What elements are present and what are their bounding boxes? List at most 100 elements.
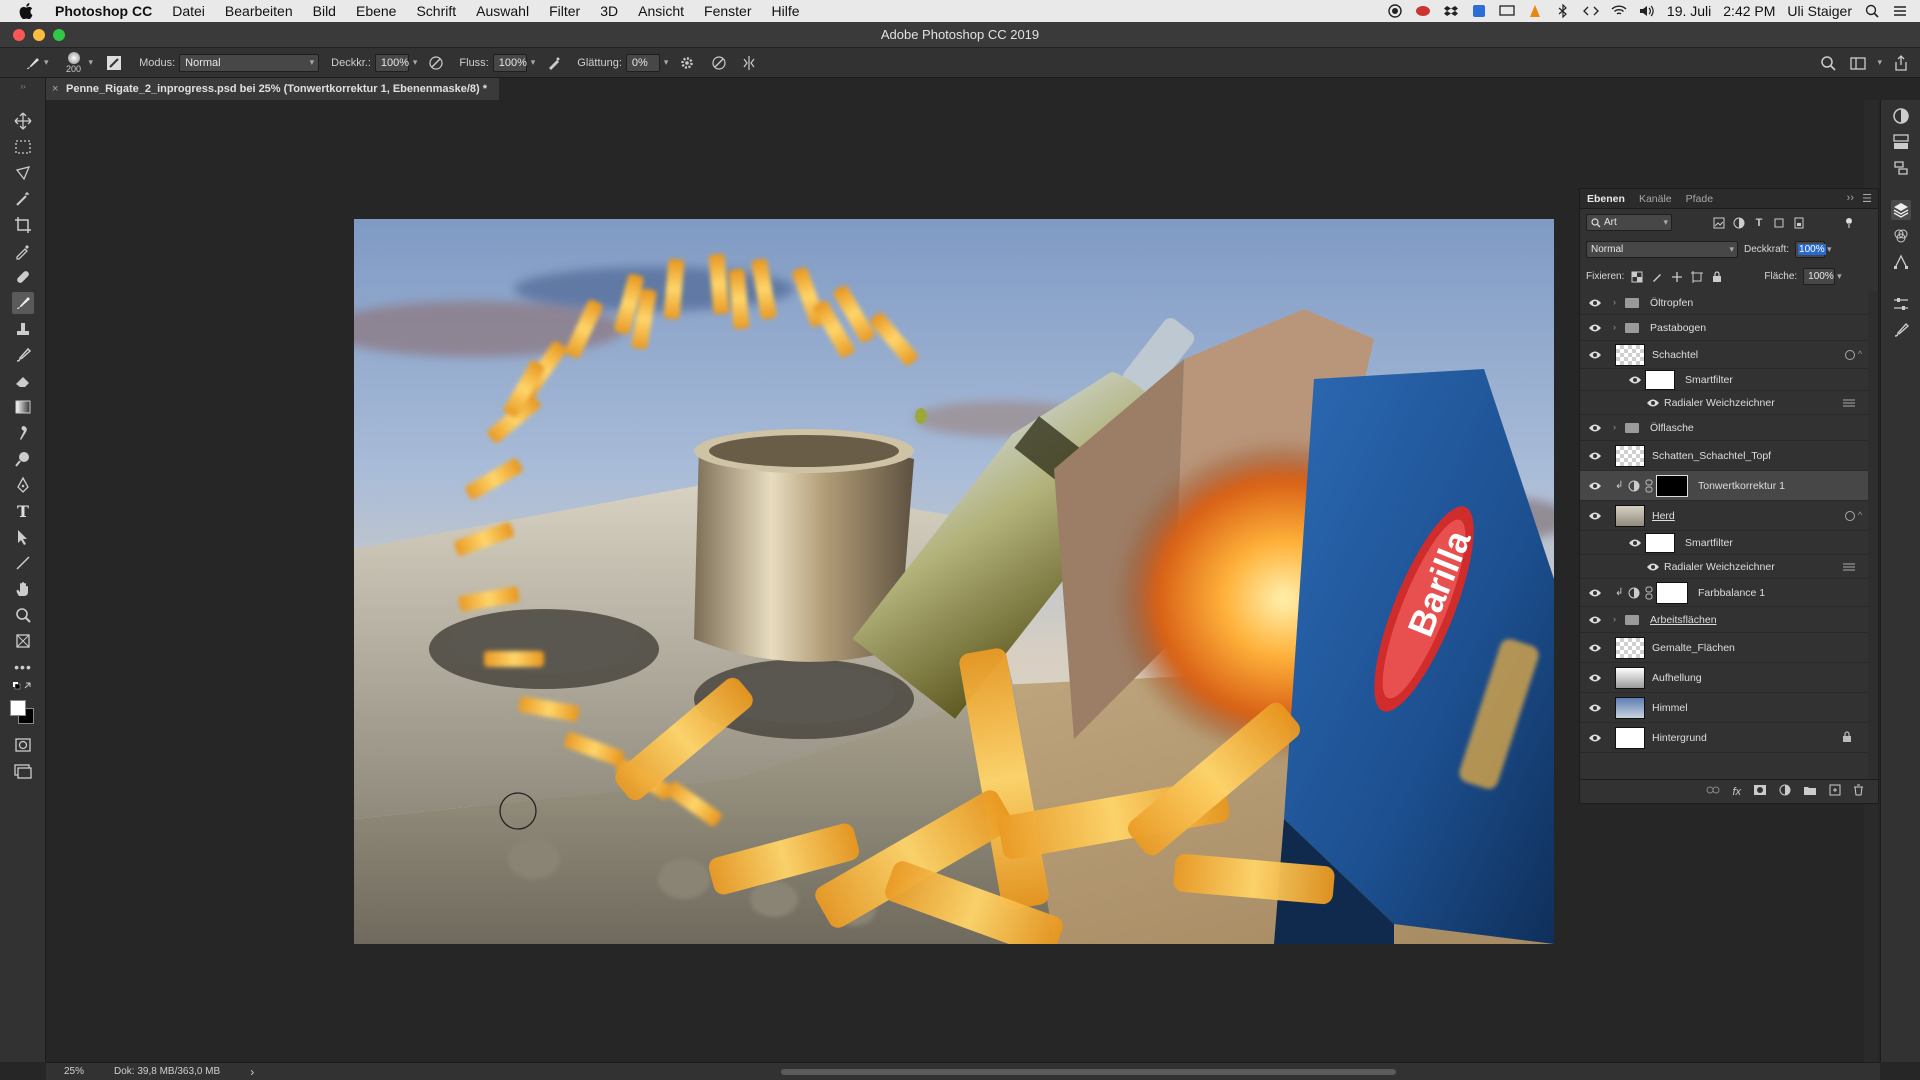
visibility-eye-icon[interactable] (1588, 703, 1602, 713)
expand-chevron-icon[interactable]: › (1613, 322, 1616, 332)
flow-caret[interactable]: ▾ (531, 57, 536, 68)
expand-chevron-icon[interactable]: › (1613, 297, 1616, 307)
document-size[interactable]: Dok: 39,8 MB/363,0 MB (114, 1066, 220, 1077)
vlc-icon[interactable] (1527, 4, 1543, 18)
notification-center-icon[interactable] (1892, 4, 1908, 18)
volume-icon[interactable] (1639, 4, 1655, 18)
layer-row-smartfilter[interactable]: Smartfilter (1580, 369, 1868, 391)
minimize-window-button[interactable] (33, 29, 45, 41)
delete-layer-icon[interactable] (1853, 784, 1864, 799)
document-canvas[interactable]: Barilla (354, 219, 1554, 944)
fx-icon[interactable]: fx (1732, 786, 1741, 798)
brush-preset-icon[interactable] (22, 52, 44, 74)
menu-app-name[interactable]: Photoshop CC (55, 3, 152, 19)
filter-smart-object-icon[interactable] (1792, 216, 1806, 230)
more-tools-icon[interactable]: ••• (12, 656, 34, 678)
libraries-panel-icon[interactable] (1891, 132, 1911, 152)
workspace-caret[interactable]: ▾ (1877, 52, 1882, 74)
opacity-caret[interactable]: ▾ (413, 57, 418, 68)
layers-panel-icon[interactable] (1891, 200, 1911, 220)
visibility-eye-icon[interactable] (1588, 643, 1602, 653)
mask-link-icon[interactable] (1645, 479, 1653, 496)
status-menu-arrow[interactable]: › (250, 1065, 254, 1079)
layer-row-pastabogen[interactable]: › Pastabogen (1580, 315, 1868, 341)
document-tab[interactable]: × Penne_Rigate_2_inprogress.psd bei 25% … (46, 78, 499, 100)
record-icon[interactable] (1387, 4, 1403, 18)
brush-size-caret[interactable]: ▾ (89, 57, 94, 68)
visibility-eye-icon[interactable] (1588, 673, 1602, 683)
layer-opacity-input[interactable]: 100% (1795, 241, 1826, 258)
menu-auswahl[interactable]: Auswahl (476, 3, 529, 19)
healing-icon[interactable] (12, 266, 34, 288)
fill-caret[interactable]: ▾ (1837, 271, 1842, 282)
spotlight-icon[interactable] (1864, 4, 1880, 18)
lock-transparency-icon[interactable] (1630, 270, 1644, 284)
marquee-icon[interactable] (12, 136, 34, 158)
blend-mode-select[interactable]: Normal ▾ (1586, 241, 1738, 258)
menu-bearbeiten[interactable]: Bearbeiten (225, 3, 293, 19)
share-icon[interactable] (1890, 52, 1912, 74)
link-layers-icon[interactable] (1706, 785, 1720, 798)
brush-settings-panel-icon[interactable] (1891, 320, 1911, 340)
workspace-icon[interactable] (1847, 52, 1869, 74)
visibility-eye-icon[interactable] (1588, 615, 1602, 625)
stamp-icon[interactable] (12, 318, 34, 340)
creative-cloud-icon[interactable] (1415, 4, 1431, 18)
layer-row-arbeitsflaechen[interactable]: › Arbeitsflächen (1580, 607, 1868, 633)
layer-row-smartfilter-2[interactable]: Smartfilter (1580, 531, 1868, 555)
layer-row-oelflasche[interactable]: › Ölflasche (1580, 415, 1868, 441)
visibility-eye-icon[interactable] (1588, 451, 1602, 461)
gradient-icon[interactable] (12, 396, 34, 418)
mode-select[interactable]: Normal ▾ (179, 53, 320, 72)
visibility-eye-icon[interactable] (1588, 323, 1602, 333)
lock-all-icon[interactable] (1710, 270, 1724, 284)
new-group-icon[interactable] (1803, 785, 1817, 799)
mask-link-icon[interactable] (1645, 586, 1653, 603)
add-mask-icon[interactable] (1753, 784, 1767, 799)
artboard-icon[interactable] (12, 630, 34, 652)
quick-mask-icon[interactable] (12, 734, 34, 756)
menu-filter[interactable]: Filter (549, 3, 580, 19)
wifi-icon[interactable] (1611, 4, 1627, 18)
menu-ansicht[interactable]: Ansicht (638, 3, 684, 19)
path-select-icon[interactable] (12, 526, 34, 548)
filter-adjustment-icon[interactable] (1732, 216, 1746, 230)
lasso-icon[interactable] (12, 162, 34, 184)
eyedropper-icon[interactable] (12, 240, 34, 262)
layer-row-aufhellung[interactable]: Aufhellung (1580, 663, 1868, 693)
visibility-eye-icon[interactable] (1588, 298, 1602, 308)
menu-bild[interactable]: Bild (313, 3, 336, 19)
history-panel-icon[interactable] (1891, 158, 1911, 178)
layer-filter-kind-select[interactable]: Art ▾ (1586, 214, 1672, 231)
color-panel-icon[interactable] (1891, 106, 1911, 126)
menubar-date[interactable]: 19. Juli (1667, 3, 1711, 19)
filter-type-icon[interactable]: T (1752, 216, 1766, 230)
layer-row-radial-blur[interactable]: Radialer Weichzeichner (1580, 391, 1868, 415)
layers-scrollbar[interactable] (1868, 291, 1878, 779)
layer-mask-thumbnail[interactable] (1656, 475, 1688, 497)
filter-options-icon[interactable] (1842, 561, 1856, 576)
close-window-button[interactable] (13, 29, 25, 41)
collapse-chevron-icon[interactable]: ^ (1858, 349, 1862, 359)
collapse-chevron-icon[interactable]: ^ (1858, 510, 1862, 520)
flow-input[interactable]: 100% (492, 53, 527, 72)
pen-icon[interactable] (12, 474, 34, 496)
menubar-user[interactable]: Uli Staiger (1787, 3, 1852, 19)
layer-row-gemalte-flaechen[interactable]: Gemalte_Flächen (1580, 633, 1868, 663)
symmetry-icon[interactable] (738, 52, 760, 74)
expand-chevron-icon[interactable]: › (1613, 614, 1616, 624)
zoom-level[interactable]: 25% (64, 1066, 84, 1077)
smudge-icon[interactable] (12, 422, 34, 444)
visibility-eye-icon[interactable] (1646, 398, 1660, 408)
zoom-window-button[interactable] (53, 29, 65, 41)
visibility-eye-icon[interactable] (1588, 350, 1602, 360)
layer-row-tonwertkorrektur[interactable]: ↲ Tonwertkorrektur 1 (1580, 471, 1868, 501)
opacity-input[interactable]: 100% (374, 53, 409, 72)
line-icon[interactable] (12, 552, 34, 574)
smoothing-settings-gear-icon[interactable] (676, 52, 698, 74)
new-adjustment-icon[interactable] (1779, 784, 1791, 799)
paths-panel-icon[interactable] (1891, 252, 1911, 272)
display-icon[interactable] (1499, 4, 1515, 18)
hand-icon[interactable] (12, 578, 34, 600)
expand-chevron-icon[interactable]: › (1613, 422, 1616, 432)
